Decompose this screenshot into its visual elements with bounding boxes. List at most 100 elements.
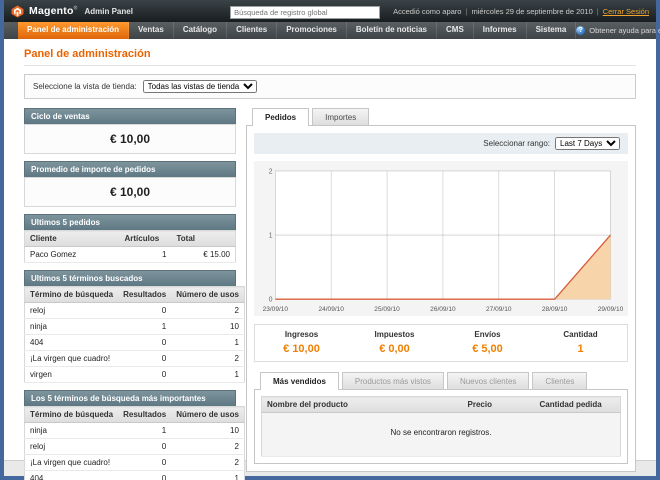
top-search-terms-table: Término de búsquedaResultadosNúmero de u… — [24, 406, 245, 480]
total-value: 1 — [577, 343, 583, 355]
total-value: € 10,00 — [283, 343, 320, 355]
tab-clientes[interactable]: Clientes — [532, 372, 587, 389]
column-header-termino-de-busqueda: Término de búsqueda — [25, 287, 119, 303]
table-cell: 10 — [171, 319, 244, 335]
dashboard-left-column: Ciclo de ventas € 10,00 Promedio de impo… — [24, 108, 236, 480]
table-cell: 1 — [171, 367, 244, 383]
table-cell: 0 — [118, 439, 171, 455]
main-nav: Panel de administraciónVentasCatálogoCli… — [18, 22, 576, 39]
column-header-cliente: Cliente — [25, 231, 120, 247]
table-cell: 0 — [118, 351, 171, 367]
nav-item-boletin-de-noticias[interactable]: Boletín de noticias — [347, 22, 437, 39]
orders-chart: 01223/09/1024/09/1025/09/1026/09/1027/09… — [258, 165, 624, 315]
total-label: Envíos — [441, 330, 534, 339]
table-cell: ¡La virgen que cuadro! — [25, 455, 119, 471]
table-cell: 1 — [118, 319, 171, 335]
orders-chart-container: 01223/09/1024/09/1025/09/1026/09/1027/09… — [254, 161, 628, 316]
last-orders-widget: Ultimos 5 pedidos ClienteArtículosTotalP… — [24, 214, 236, 263]
top-search-terms-widget: Los 5 términos de búsqueda más important… — [24, 390, 236, 480]
x-tick-label: 24/09/10 — [318, 306, 344, 313]
tab-pedidos[interactable]: Pedidos — [252, 108, 309, 126]
table-cell: 10 — [171, 423, 244, 439]
range-select[interactable]: Last 7 Days — [555, 137, 620, 150]
range-selector-bar: Seleccionar rango: Last 7 Days — [254, 133, 628, 154]
tab-importes[interactable]: Importes — [312, 108, 369, 125]
table-row: 40401 — [25, 335, 245, 351]
help-link[interactable]: ? Obtener ayuda para esta página — [576, 22, 660, 39]
totals-bar: Ingresos€ 10,00Impuestos € 0,00 Envíos € 5,… — [254, 324, 628, 362]
tab-nuevos-clientes[interactable]: Nuevos clientes — [447, 372, 529, 389]
table-row: ¡La virgen que cuadro!02 — [25, 351, 245, 367]
help-label: Obtener ayuda para esta página — [589, 26, 660, 35]
table-cell: 0 — [118, 471, 171, 480]
widget-title: Promedio de importe de pedidos — [24, 161, 236, 177]
table-row: reloj02 — [25, 439, 245, 455]
nav-item-catalogo[interactable]: Catálogo — [174, 22, 227, 39]
column-header-precio: Precio — [463, 397, 535, 413]
lifetime-sales-widget: Ciclo de ventas € 10,00 — [24, 108, 236, 154]
table-cell: 2 — [171, 351, 244, 367]
x-tick-label: 25/09/10 — [374, 306, 400, 313]
total-impuestos: Impuestos € 0,00 — [348, 330, 441, 357]
nav-item-ventas[interactable]: Ventas — [129, 22, 174, 39]
widget-title: Ultimos 5 pedidos — [24, 214, 236, 230]
table-cell: 404 — [25, 471, 119, 480]
total-ingresos: Ingresos€ 10,00 — [255, 330, 348, 357]
table-cell: reloj — [25, 303, 119, 319]
title-divider — [24, 65, 636, 66]
y-tick-label: 2 — [269, 168, 273, 175]
table-cell: € 15.00 — [172, 247, 236, 263]
x-tick-label: 27/09/10 — [486, 306, 512, 313]
app-title: Magento® — [29, 5, 77, 17]
table-cell: 1 — [171, 471, 244, 480]
nav-item-sistema[interactable]: Sistema — [527, 22, 577, 39]
user-info: Accedió como aparo | miércoles 29 de sep… — [393, 7, 649, 16]
tab-productos-mas-vistos[interactable]: Productos más vistos — [342, 372, 444, 389]
column-header-cantidad-pedida: Cantidad pedida — [535, 397, 621, 413]
total-value: € 0,00 — [379, 343, 410, 355]
nav-item-clientes[interactable]: Clientes — [227, 22, 277, 39]
table-cell: 0 — [118, 335, 171, 351]
bottom-grid-panel: Nombre del productoPrecioCantidad pedida… — [254, 389, 628, 464]
average-orders-value: € 10,00 — [24, 177, 236, 207]
diagram-panel: Seleccionar rango: Last 7 Days 0 1 2 23/09/… — [246, 125, 636, 472]
table-row: ninja110 — [25, 319, 245, 335]
x-tick-label: 28/09/10 — [542, 306, 568, 313]
diagram-tabs: PedidosImportes — [246, 108, 636, 125]
total-envios: Envíos € 5,00 — [441, 330, 534, 357]
nav-item-promociones[interactable]: Promociones — [277, 22, 347, 39]
x-tick-label: 23/09/10 — [263, 306, 289, 313]
logout-link[interactable]: Cerrar Sesión — [603, 7, 649, 16]
table-row: virgen01 — [25, 367, 245, 383]
help-globe-icon: ? — [576, 26, 585, 35]
table-cell: reloj — [25, 439, 119, 455]
table-row: 40401 — [25, 471, 245, 480]
table-cell: 1 — [171, 335, 244, 351]
widget-title: Ultimos 5 términos buscados — [24, 270, 236, 286]
nav-item-informes[interactable]: Informes — [474, 22, 527, 39]
y-tick-label: 0 — [269, 297, 273, 304]
nav-item-panel-de-administracion[interactable]: Panel de administración — [18, 22, 129, 39]
products-table: Nombre del productoPrecioCantidad pedida… — [261, 396, 621, 457]
current-date: miércoles 29 de septiembre de 2010 — [471, 7, 592, 16]
table-row: reloj02 — [25, 303, 245, 319]
tab-mas-vendidos[interactable]: Más vendidos — [260, 372, 339, 390]
total-value: € 5,00 — [472, 343, 503, 355]
nav-item-cms[interactable]: CMS — [437, 22, 474, 39]
column-header-resultados: Resultados — [118, 287, 171, 303]
no-records-message: No se encontraron registros. — [262, 413, 621, 457]
column-header-articulos: Artículos — [120, 231, 172, 247]
global-search-input[interactable] — [230, 6, 380, 19]
total-label: Impuestos — [348, 330, 441, 339]
top-header-bar: Magento® Admin Panel Accedió como aparo … — [4, 0, 656, 22]
widget-title: Los 5 términos de búsqueda más important… — [24, 390, 236, 406]
table-cell: 0 — [118, 367, 171, 383]
table-cell: ¡La virgen que cuadro! — [25, 351, 119, 367]
store-view-label: Seleccione la vista de tienda: — [33, 82, 137, 91]
table-cell: 1 — [118, 423, 171, 439]
last-search-terms-widget: Ultimos 5 términos buscados Término de b… — [24, 270, 236, 383]
magento-logo-icon — [11, 5, 24, 18]
store-view-select[interactable]: Todas las vistas de tienda — [143, 80, 257, 93]
table-cell: 0 — [118, 455, 171, 471]
range-label: Seleccionar rango: — [483, 139, 550, 148]
